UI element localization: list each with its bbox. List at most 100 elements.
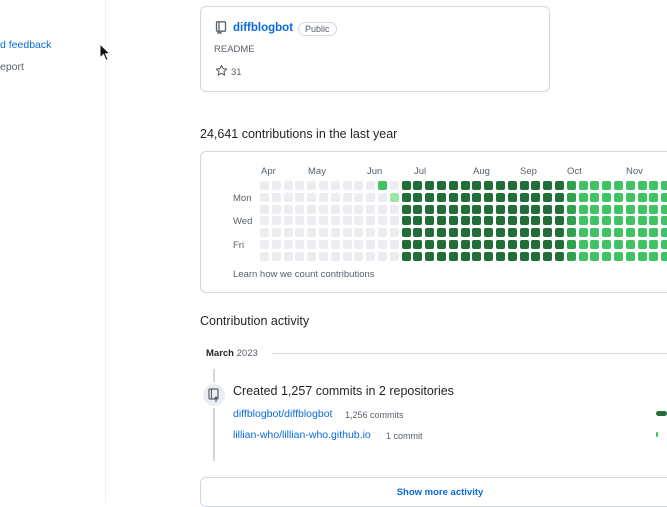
contribution-cell[interactable] [342,251,352,261]
contribution-cell[interactable] [484,251,494,261]
contribution-cell[interactable] [507,204,517,214]
contribution-cell[interactable] [413,251,423,261]
contribution-cell[interactable] [283,228,293,238]
contribution-cell[interactable] [307,181,317,190]
contribution-cell[interactable] [260,228,269,238]
contribution-cell[interactable] [401,216,411,226]
contribution-cell[interactable] [437,216,446,226]
contribution-cell[interactable] [460,251,470,261]
contribution-cell[interactable] [389,228,399,238]
contribution-cell[interactable] [413,216,423,226]
contribution-cell[interactable] [295,240,305,249]
contribution-cell[interactable] [260,204,269,214]
activity-repo-count[interactable]: 1,256 commits [345,410,404,420]
contribution-cell[interactable] [260,181,269,190]
contribution-cell[interactable] [602,192,612,202]
contribution-cell[interactable] [307,240,317,249]
contribution-cell[interactable] [342,240,352,249]
contribution-cell[interactable] [271,204,281,214]
contribution-cell[interactable] [401,240,411,249]
contribution-cell[interactable] [354,192,364,202]
contribution-cell[interactable] [330,192,340,202]
contribution-cell[interactable] [342,204,352,214]
contribution-cell[interactable] [378,240,387,249]
contribution-cell[interactable] [295,204,305,214]
contribution-cell[interactable] [472,240,482,249]
contribution-cell[interactable] [614,204,623,214]
contribution-cell[interactable] [578,251,588,261]
star-count[interactable]: 31 [231,67,242,78]
contribution-cell[interactable] [507,251,517,261]
contribution-cell[interactable] [413,228,423,238]
contribution-cell[interactable] [566,216,576,226]
contribution-cell[interactable] [342,181,352,190]
contribution-cell[interactable] [307,192,317,202]
contribution-cell[interactable] [507,192,517,202]
contribution-cell[interactable] [413,192,423,202]
contribution-cell[interactable] [342,216,352,226]
feedback-link[interactable]: d feedback [0,39,51,51]
contribution-cell[interactable] [507,181,517,190]
contribution-cell[interactable] [602,204,612,214]
contribution-cell[interactable] [578,240,588,249]
contribution-cell[interactable] [448,240,458,249]
contribution-cell[interactable] [543,192,553,202]
contribution-cell[interactable] [555,204,564,214]
contribution-cell[interactable] [496,204,505,214]
contribution-cell[interactable] [425,240,435,249]
contribution-cell[interactable] [460,204,470,214]
contribution-cell[interactable] [378,251,387,261]
contribution-cell[interactable] [472,204,482,214]
contribution-cell[interactable] [555,251,564,261]
contribution-cell[interactable] [507,240,517,249]
contribution-cell[interactable] [649,192,659,202]
contribution-cell[interactable] [425,251,435,261]
contribution-cell[interactable] [543,204,553,214]
contribution-cell[interactable] [602,240,612,249]
contribution-cell[interactable] [271,216,281,226]
contribution-cell[interactable] [354,240,364,249]
contribution-cell[interactable] [472,216,482,226]
contribution-cell[interactable] [413,181,423,190]
contribution-cell[interactable] [295,228,305,238]
contribution-cell[interactable] [496,228,505,238]
contribution-cell[interactable] [590,181,600,190]
contribution-cell[interactable] [366,240,376,249]
contribution-cell[interactable] [283,192,293,202]
contribution-cell[interactable] [319,181,328,190]
contribution-cell[interactable] [484,181,494,190]
contribution-cell[interactable] [531,204,541,214]
contribution-cell[interactable] [519,204,529,214]
contribution-cell[interactable] [484,240,494,249]
contribution-cell[interactable] [637,228,647,238]
contribution-cell[interactable] [531,181,541,190]
contribution-cell[interactable] [283,240,293,249]
contribution-cell[interactable] [330,240,340,249]
contribution-cell[interactable] [354,181,364,190]
contribution-cell[interactable] [271,181,281,190]
contribution-cell[interactable] [637,181,647,190]
contribution-cell[interactable] [283,181,293,190]
contribution-cell[interactable] [330,181,340,190]
contribution-cell[interactable] [566,251,576,261]
contribution-cell[interactable] [625,181,635,190]
contribution-cell[interactable] [354,216,364,226]
commit-summary[interactable]: Created 1,257 commits in 2 repositories [233,384,454,398]
contribution-cell[interactable] [472,228,482,238]
contribution-cell[interactable] [413,240,423,249]
contribution-cell[interactable] [366,192,376,202]
contribution-cell[interactable] [566,240,576,249]
contribution-cell[interactable] [578,204,588,214]
contribution-cell[interactable] [661,240,667,249]
contribution-cell[interactable] [319,192,328,202]
contribution-cell[interactable] [602,216,612,226]
contribution-cell[interactable] [661,204,667,214]
contribution-cell[interactable] [566,204,576,214]
contribution-cell[interactable] [448,216,458,226]
contribution-cell[interactable] [590,240,600,249]
contribution-cell[interactable] [283,216,293,226]
contribution-cell[interactable] [425,216,435,226]
contribution-cell[interactable] [260,251,269,261]
contribution-cell[interactable] [496,181,505,190]
contribution-cell[interactable] [614,181,623,190]
